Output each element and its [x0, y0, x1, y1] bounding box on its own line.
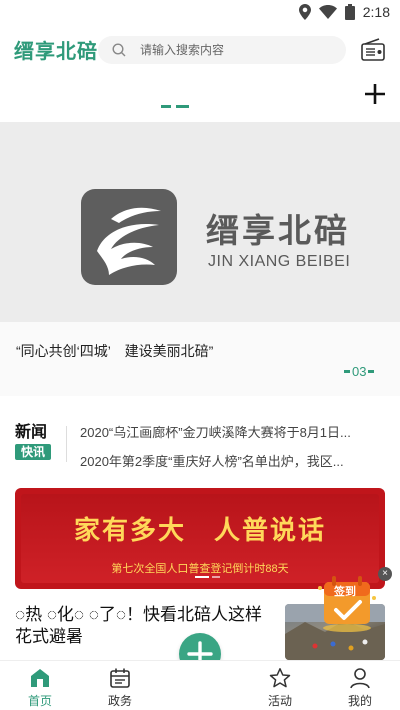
tab-active-indicator: [161, 105, 189, 108]
app-header: 缙享北碚: [0, 28, 400, 72]
news-label-title: 新闻: [15, 422, 48, 441]
status-icons: 2:18: [298, 3, 390, 21]
news-flash-label: 新闻 快讯: [15, 423, 51, 460]
nav-label: 我的: [347, 694, 372, 708]
search-bar[interactable]: [98, 36, 346, 64]
plus-icon[interactable]: [363, 82, 387, 106]
banner-caption-area: “同心共创‘四城’ 建设美丽北碚” 03: [0, 322, 400, 396]
app-logo[interactable]: 缙享北碚: [14, 35, 98, 64]
nav-government[interactable]: 政务: [90, 667, 150, 708]
signin-calendar-icon: [318, 576, 376, 632]
brand-emblem-icon: [97, 207, 161, 275]
nav-label: 活动: [267, 694, 292, 708]
nav-label: 首页: [27, 694, 52, 708]
signin-floater[interactable]: 签到: [314, 568, 380, 632]
radio-icon[interactable]: [360, 38, 386, 62]
close-icon[interactable]: ×: [378, 567, 392, 581]
search-icon: [112, 43, 126, 57]
banner-carousel[interactable]: 缙享北碚 JIN XIANG BEIBEI: [0, 122, 400, 322]
signin-label: 签到: [334, 586, 356, 598]
bottom-nav: 首页 政务 活动 我的: [0, 660, 400, 710]
banner-page-number: 03: [352, 364, 367, 379]
channel-tabs: [0, 78, 400, 120]
banner-brand-subtitle: JIN XIANG BEIBEI: [208, 253, 351, 270]
banner-brand-title: 缙享北碚: [206, 211, 350, 250]
location-icon: [298, 4, 311, 20]
status-bar: 2:18: [0, 0, 400, 24]
nav-label: 政务: [107, 694, 132, 708]
nav-profile[interactable]: 我的: [330, 667, 390, 708]
banner-page-counter: 03: [344, 364, 375, 379]
news-label-badge: 快讯: [15, 444, 51, 460]
nav-home[interactable]: 首页: [10, 667, 70, 708]
news-item[interactable]: 2020年第2季度“重庆好人榜”名单出炉，我区...: [80, 451, 380, 470]
promo-headline: 家有多大 人普说话: [73, 516, 326, 546]
promo-pager-dots: [195, 576, 220, 578]
brand-logo: [81, 189, 177, 285]
battery-icon: [344, 4, 355, 20]
divider: [66, 426, 67, 462]
nav-activities[interactable]: 活动: [250, 667, 310, 708]
calendar-icon: [110, 668, 130, 688]
home-icon: [31, 669, 49, 687]
star-icon: [269, 668, 291, 688]
banner-caption[interactable]: “同心共创‘四城’ 建设美丽北碚”: [16, 341, 213, 361]
news-item[interactable]: 2020“乌江画廊杯”金刀峡溪降大赛将于8月1日...: [80, 422, 380, 441]
news-ticker: 新闻 快讯 2020“乌江画廊杯”金刀峡溪降大赛将于8月1日... 2020年第…: [0, 412, 400, 476]
article-title: ◌热 ◌化◌ ◌了◌！快看北碚人这样花式避暑: [15, 605, 262, 646]
user-icon: [350, 668, 370, 689]
status-time: 2:18: [362, 4, 390, 20]
wifi-icon: [318, 5, 337, 19]
search-input[interactable]: [140, 40, 330, 60]
